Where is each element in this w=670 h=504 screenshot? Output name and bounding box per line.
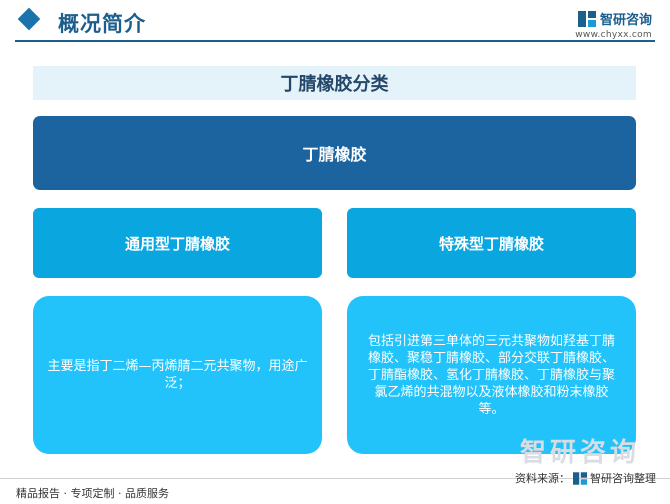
footer-source: 资料来源： 智研咨询整理 bbox=[515, 470, 656, 486]
brand: 智研咨询 www.chyxx.com bbox=[575, 9, 652, 40]
diamond-icon bbox=[17, 7, 41, 31]
footer-slogan: 精品报告 · 专项定制 · 品质服务 bbox=[16, 487, 169, 500]
section-title: 概况简介 bbox=[58, 12, 146, 36]
source-prefix: 资料来源： bbox=[515, 472, 570, 485]
description-text: 包括引进第三单体的三元共聚物如羟基丁腈橡胶、聚稳丁腈橡胶、部分交联丁腈橡胶、丁腈… bbox=[367, 333, 615, 417]
root-node: 丁腈橡胶 bbox=[33, 116, 636, 190]
category-node-special: 特殊型丁腈橡胶 bbox=[347, 208, 636, 278]
description-node-general: 主要是指丁二烯—丙烯腈二元共聚物，用途广泛； bbox=[33, 296, 322, 454]
diagram-title: 丁腈橡胶分类 bbox=[280, 74, 389, 95]
root-node-label: 丁腈橡胶 bbox=[302, 145, 367, 164]
watermark: 智研咨询 bbox=[519, 438, 640, 468]
category-label: 通用型丁腈橡胶 bbox=[124, 234, 230, 253]
brand-logo-icon bbox=[577, 10, 596, 27]
source-suffix: 智研咨询整理 bbox=[590, 472, 656, 485]
header-divider bbox=[15, 40, 655, 42]
category-label: 特殊型丁腈橡胶 bbox=[438, 234, 544, 253]
brand-name: 智研咨询 bbox=[599, 13, 652, 28]
category-node-general: 通用型丁腈橡胶 bbox=[33, 208, 322, 278]
brand-logo-icon bbox=[573, 471, 587, 485]
brand-url: www.chyxx.com bbox=[575, 30, 652, 40]
diagram-title-bar: 丁腈橡胶分类 bbox=[33, 66, 636, 100]
page-header: 概况简介 智研咨询 www.chyxx.com bbox=[0, 0, 670, 48]
description-node-special: 包括引进第三单体的三元共聚物如羟基丁腈橡胶、聚稳丁腈橡胶、部分交联丁腈橡胶、丁腈… bbox=[347, 296, 636, 454]
description-text: 主要是指丁二烯—丙烯腈二元共聚物，用途广泛； bbox=[47, 359, 308, 391]
